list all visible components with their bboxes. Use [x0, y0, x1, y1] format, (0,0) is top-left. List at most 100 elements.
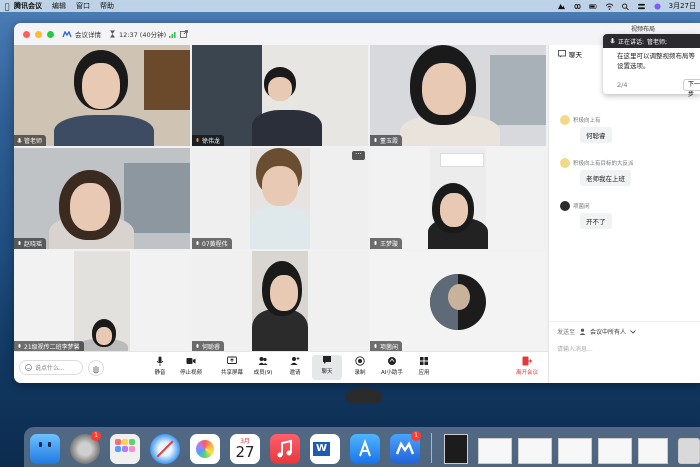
avatar: [430, 274, 486, 330]
video-tile[interactable]: 何聪睿: [192, 251, 368, 352]
speaking-indicator: 正在讲话: 管老师;: [603, 34, 700, 48]
menu-window[interactable]: 窗口: [76, 1, 90, 11]
microphone-icon: [18, 343, 21, 348]
photos-icon[interactable]: [190, 434, 220, 464]
video-tile[interactable]: 徐伟龙: [192, 45, 368, 146]
mute-button[interactable]: 静音: [145, 356, 175, 376]
video-tile[interactable]: 项菌闲: [370, 251, 546, 352]
app-store-a-icon: [359, 439, 371, 457]
window-titlebar: 会议详情 12:37 (40分钟): [14, 23, 700, 45]
minimized-window-thumbnail[interactable]: [444, 434, 468, 464]
chat-button[interactable]: 聊天: [312, 355, 342, 380]
microphone-icon: [196, 343, 199, 348]
avatar: [560, 158, 570, 168]
safari-icon[interactable]: [150, 434, 180, 464]
stop-video-button[interactable]: 停止视频: [176, 356, 206, 376]
record-button[interactable]: 录制: [345, 356, 375, 376]
video-grid: 管老师 徐伟龙 董玉霞 赵晓瑶 ··· 07黄程伟 王梦璇 21级视传二班李梦馨…: [14, 45, 548, 373]
calendar-icon[interactable]: 3月 27: [230, 434, 260, 464]
popup-next-button[interactable]: 下一步: [683, 79, 700, 98]
microphone-icon: [374, 343, 377, 348]
battery-icon[interactable]: [588, 3, 598, 10]
minimized-window-thumbnail[interactable]: [558, 438, 592, 464]
trash-icon[interactable]: [678, 438, 700, 464]
apple-icon[interactable]: : [0, 2, 14, 11]
chat-message-input[interactable]: 请输入消息...: [557, 344, 593, 353]
launchpad-icon[interactable]: [110, 434, 140, 464]
message-text[interactable]: 何聪睿: [580, 127, 612, 143]
menu-app-name[interactable]: 腾讯会议: [14, 1, 42, 11]
microphone-icon: [610, 37, 615, 43]
message-text[interactable]: 开不了: [580, 213, 612, 229]
meeting-info-label: 会议详情: [75, 31, 101, 39]
add-user-icon: [290, 357, 300, 365]
dock: 1 3月 27 W 1: [24, 427, 700, 467]
video-tile[interactable]: 董玉霞: [370, 45, 546, 146]
music-note-icon: [277, 439, 292, 458]
ai-assistant-button[interactable]: AI小助手: [377, 356, 407, 376]
app-store-icon[interactable]: [350, 434, 380, 464]
muted-microphone-icon: [196, 137, 199, 142]
leave-icon: [522, 356, 532, 366]
participant-label: 赵晓瑶: [14, 238, 47, 249]
meeting-status-icon[interactable]: [557, 3, 566, 10]
tencent-meeting-dock-icon[interactable]: 1: [390, 431, 421, 464]
ai-assistant-icon: [388, 357, 396, 365]
share-screen-icon: [227, 356, 237, 364]
video-tile[interactable]: 21级视传二班李梦馨: [14, 251, 190, 352]
video-camera-icon: [186, 358, 196, 364]
external-window-icon[interactable]: [180, 30, 189, 38]
message-sender: 积极向上有: [573, 118, 601, 124]
chat-title: 聊天: [569, 50, 582, 59]
share-screen-button[interactable]: 共享屏幕: [217, 356, 247, 376]
infinity-icon[interactable]: [573, 3, 582, 10]
send-to-selector[interactable]: 发送至 会议中所有人: [557, 327, 636, 336]
siri-icon[interactable]: [653, 2, 662, 10]
video-tile[interactable]: 管老师: [14, 45, 190, 146]
participant-label: 徐伟龙: [192, 135, 225, 146]
settings-badge: 1: [91, 431, 101, 441]
user-icon: [579, 328, 586, 335]
meeting-info-button[interactable]: 会议详情: [62, 29, 101, 39]
menu-edit[interactable]: 编辑: [52, 1, 66, 11]
music-icon[interactable]: [270, 434, 300, 464]
system-settings-icon[interactable]: 1: [70, 431, 101, 464]
menu-help[interactable]: 帮助: [100, 1, 114, 11]
minimized-window-thumbnail[interactable]: [598, 438, 632, 464]
minimize-window-button[interactable]: [35, 30, 42, 38]
avatar: [560, 115, 570, 125]
raise-hand-button[interactable]: [88, 360, 104, 376]
more-options-icon[interactable]: ···: [352, 151, 365, 160]
say-something-input[interactable]: 说点什么...: [19, 360, 83, 375]
message-sender: 积极向上有目标的大反派: [573, 161, 634, 167]
chat-footer: 发送至 会议中所有人 请输入消息...: [549, 321, 700, 383]
close-window-button[interactable]: [23, 30, 30, 38]
zoom-window-button[interactable]: [47, 30, 54, 38]
members-button[interactable]: 成员(9): [248, 356, 278, 376]
message-text[interactable]: 老师我在上班: [580, 170, 631, 186]
smiley-icon: [25, 364, 32, 371]
apps-button[interactable]: 应用: [409, 356, 439, 376]
send-to-value: 会议中所有人: [590, 329, 627, 336]
minimized-window-thumbnail[interactable]: [518, 438, 552, 464]
video-tile[interactable]: 王梦璇: [370, 148, 546, 249]
word-icon[interactable]: W: [310, 434, 340, 464]
microphone-icon: [18, 240, 21, 245]
send-to-label: 发送至: [557, 329, 576, 336]
minimized-window-thumbnail[interactable]: [638, 438, 668, 464]
video-layout-button[interactable]: 视频布局: [628, 23, 659, 34]
calendar-day: 27: [235, 443, 255, 461]
search-icon[interactable]: [621, 2, 630, 10]
leave-meeting-button[interactable]: 离开会议: [510, 356, 544, 376]
menubar-date[interactable]: 3月27日: [669, 1, 696, 11]
finder-icon[interactable]: [30, 434, 60, 464]
invite-button[interactable]: 邀请: [280, 356, 310, 376]
control-center-icon[interactable]: [637, 3, 646, 10]
minimized-window-thumbnail[interactable]: [478, 438, 512, 464]
wifi-icon[interactable]: [605, 2, 614, 10]
microphone-icon: [196, 240, 199, 245]
chat-icon: [558, 49, 566, 57]
video-tile[interactable]: 赵晓瑶: [14, 148, 190, 249]
video-tile[interactable]: ··· 07黄程伟: [192, 148, 368, 249]
meeting-toolbar: 说点什么... 静音 停止视频 共享屏幕 成员(9) 邀请 聊天 录制 AI小助…: [14, 351, 548, 383]
